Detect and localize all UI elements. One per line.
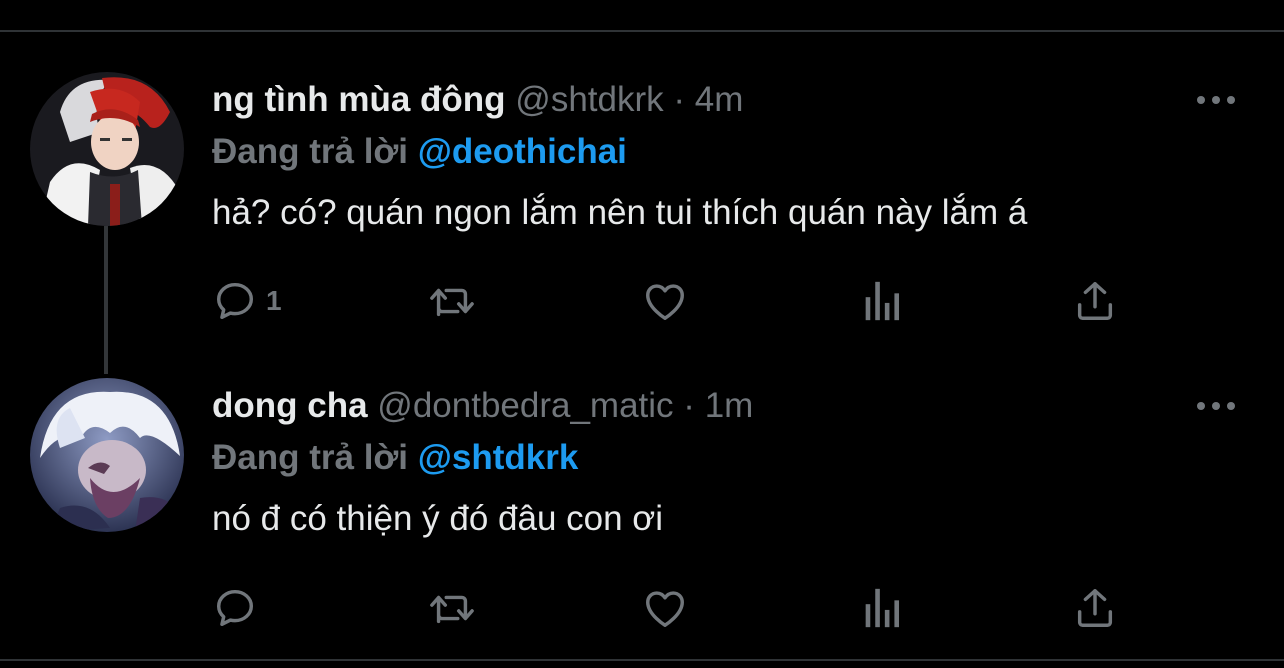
bottom-divider: [0, 659, 1284, 661]
replying-to: Đang trả lời @shtdkrk: [212, 436, 1244, 480]
mention-link[interactable]: @deothichai: [418, 132, 627, 171]
avatar[interactable]: [30, 378, 184, 532]
more-dots-icon: [1197, 96, 1235, 104]
reply-button[interactable]: [212, 583, 266, 633]
more-dots-icon: [1197, 402, 1235, 410]
more-options-button[interactable]: [1194, 384, 1238, 428]
reply-icon: [216, 589, 254, 627]
analytics-icon: [865, 281, 900, 321]
like-button[interactable]: [640, 276, 690, 326]
timestamp[interactable]: 4m: [695, 80, 744, 119]
share-icon: [1077, 282, 1113, 320]
reply-button[interactable]: 1: [212, 276, 282, 326]
share-button[interactable]: [1072, 276, 1118, 326]
tweet-actions: 1: [212, 276, 1152, 326]
share-icon: [1077, 589, 1113, 627]
timestamp[interactable]: 1m: [705, 386, 754, 425]
avatar[interactable]: [30, 72, 184, 226]
user-handle[interactable]: @dontbedra_matic: [377, 386, 673, 425]
tweet-header: dong cha @dontbedra_matic · 1m: [212, 384, 1244, 428]
tweet-header: ng tình mùa đông @shtdkrk · 4m: [212, 78, 1244, 122]
replying-to: Đang trả lời @deothichai: [212, 130, 1244, 174]
analytics-button[interactable]: [860, 276, 902, 326]
heart-icon: [646, 591, 684, 627]
thread-connector-line: [104, 226, 108, 374]
retweet-button[interactable]: [424, 583, 480, 633]
tweet-content: ng tình mùa đông @shtdkrk · 4m Đang trả …: [212, 78, 1244, 236]
avatar-white-hair-icon: [30, 378, 184, 532]
like-button[interactable]: [640, 583, 690, 633]
share-button[interactable]: [1072, 583, 1118, 633]
retweet-icon: [430, 288, 474, 317]
reply-count: 1: [266, 285, 282, 316]
top-divider: [0, 30, 1284, 32]
display-name[interactable]: dong cha: [212, 386, 368, 425]
analytics-icon: [865, 588, 900, 628]
retweet-icon: [430, 595, 474, 624]
more-options-button[interactable]: [1194, 78, 1238, 122]
replying-to-label: Đang trả lời: [212, 438, 409, 477]
tweet-actions: [212, 583, 1152, 633]
analytics-button[interactable]: [860, 583, 902, 633]
heart-icon: [646, 284, 684, 320]
reply-icon: [216, 282, 254, 320]
tweet-text: hả? có? quán ngon lắm nên tui thích quán…: [212, 193, 1028, 232]
separator-dot: ·: [673, 80, 686, 119]
replying-to-label: Đang trả lời: [212, 132, 409, 171]
tweet-content: dong cha @dontbedra_matic · 1m Đang trả …: [212, 384, 1244, 542]
separator-dot: ·: [683, 386, 695, 425]
tweet-text: nó đ có thiện ý đó đâu con ơi: [212, 499, 664, 538]
user-handle[interactable]: @shtdkrk: [515, 80, 663, 119]
retweet-button[interactable]: [424, 276, 480, 326]
display-name[interactable]: ng tình mùa đông: [212, 80, 506, 119]
avatar-red-white-hair-icon: [30, 72, 184, 226]
mention-link[interactable]: @shtdkrk: [418, 438, 579, 477]
